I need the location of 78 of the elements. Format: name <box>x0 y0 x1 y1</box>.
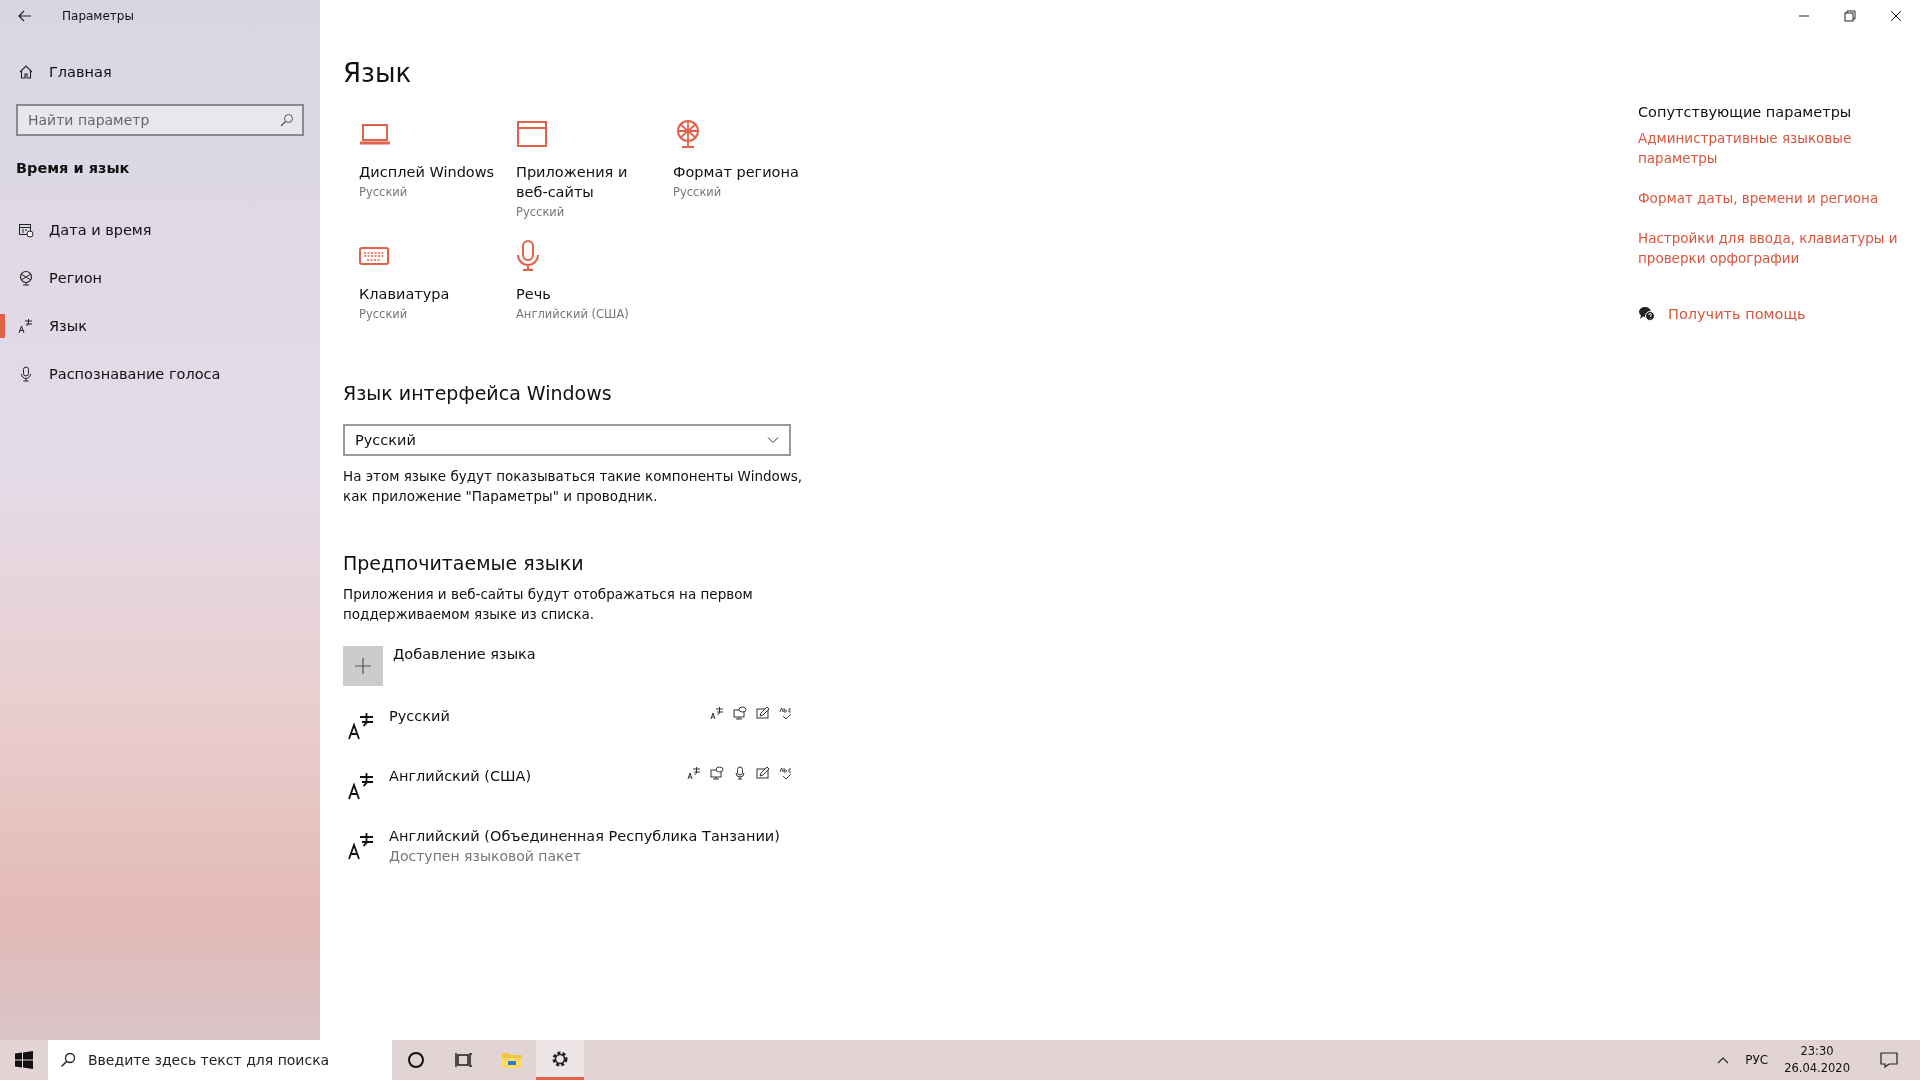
language-icon <box>18 318 34 334</box>
globe-icon <box>18 270 34 286</box>
settings-tile[interactable]: Дисплей Windows Русский <box>359 118 516 228</box>
home-icon <box>18 64 34 80</box>
handwriting-icon <box>756 766 770 780</box>
display-icon <box>710 766 724 780</box>
home-link[interactable]: Главная <box>0 48 320 96</box>
sidebar-item[interactable]: Распознавание голоса <box>0 350 320 398</box>
language-pack-icon <box>687 766 701 780</box>
settings-tile[interactable]: Приложения и веб-сайты Русский <box>516 118 673 228</box>
language-name: Английский (Объединенная Республика Танзании) <box>389 827 781 846</box>
related-link[interactable]: Формат даты, времени и региона <box>1638 188 1900 208</box>
chevron-up-icon[interactable] <box>1717 1056 1730 1064</box>
search-field[interactable]: Найти параметр <box>16 104 304 136</box>
window-icon <box>516 118 548 150</box>
spellcheck-icon <box>779 706 793 720</box>
tile-label: Формат региона <box>673 163 800 182</box>
circle-icon <box>407 1051 425 1069</box>
sidebar-item[interactable]: Язык <box>0 302 320 350</box>
plus-icon <box>354 657 372 675</box>
tile-label: Приложения и веб-сайты <box>516 163 629 202</box>
handwriting-icon <box>756 706 770 720</box>
language-icon <box>347 710 375 740</box>
language-row[interactable]: Русский <box>343 686 803 746</box>
microphone-icon <box>516 240 540 272</box>
language-name: Английский (США) <box>389 767 533 786</box>
taskbar-app[interactable] <box>536 1040 584 1080</box>
chevron-down-icon <box>767 436 779 444</box>
sidebar-item[interactable]: Дата и время <box>0 206 320 254</box>
task-view-icon <box>455 1051 473 1069</box>
tile-subtitle: Русский <box>359 184 408 201</box>
windows-logo-icon[interactable] <box>15 1051 33 1069</box>
tile-subtitle: Английский (США) <box>516 306 629 323</box>
language-pack-icon <box>710 706 724 720</box>
language-row[interactable]: Английский (Объединенная Республика Танзании) Доступен языковой пакет <box>343 806 803 866</box>
related-link[interactable]: Настройки для ввода, клавиатуры и проверки орфографии <box>1638 228 1900 268</box>
settings-tile[interactable]: Речь Английский (США) <box>516 240 673 350</box>
related-heading: Сопутствующие параметры <box>1638 104 1853 120</box>
taskbar-search-field[interactable]: Введите здесь текст для поиска <box>48 1040 392 1080</box>
calendar-icon <box>18 222 34 238</box>
language-status: Доступен языковой пакет <box>389 847 583 866</box>
back-arrow-icon[interactable] <box>18 10 32 22</box>
description-text: Приложения и веб-сайты будут отображаться на первом поддерживаемом языке из списка. <box>343 585 754 624</box>
tile-subtitle: Русский <box>673 184 722 201</box>
tile-subtitle: Русский <box>516 204 565 221</box>
close-icon[interactable] <box>1890 10 1902 22</box>
page-title: Язык <box>343 58 413 88</box>
tile-label: Речь <box>516 285 552 304</box>
display-icon <box>733 706 747 720</box>
language-name: Русский <box>389 707 451 726</box>
add-language-label[interactable]: Добавление языка <box>393 646 536 662</box>
folder-icon <box>501 1051 523 1069</box>
section-heading: Язык интерфейса Windows <box>343 382 613 404</box>
language-dropdown[interactable]: Русский <box>343 424 791 456</box>
restore-icon[interactable] <box>1844 10 1856 22</box>
window-title: Параметры <box>62 9 134 23</box>
microphone-icon <box>733 766 747 780</box>
settings-tile[interactable]: Формат региона Русский <box>673 118 830 228</box>
clock[interactable]: 23:30 26.04.2020 <box>1784 1043 1850 1077</box>
spellcheck-icon <box>779 766 793 780</box>
chat-help-icon <box>1638 306 1656 322</box>
tile-label: Клавиатура <box>359 285 451 304</box>
sidebar-item[interactable]: Регион <box>0 254 320 302</box>
tile-subtitle: Русский <box>359 306 408 323</box>
related-link[interactable]: Административные языковые параметры <box>1638 128 1900 168</box>
language-icon <box>347 830 375 860</box>
language-icon <box>347 770 375 800</box>
section-heading: Время и язык <box>15 159 131 178</box>
search-icon <box>280 113 294 127</box>
section-heading: Предпочитаемые языки <box>343 552 585 574</box>
microphone-icon <box>18 366 34 382</box>
settings-tile[interactable]: Клавиатура Русский <box>359 240 516 350</box>
notification-icon[interactable] <box>1880 1051 1898 1069</box>
tile-label: Дисплей Windows <box>359 163 496 182</box>
input-language-indicator[interactable]: РУС <box>1745 1053 1769 1067</box>
language-row[interactable]: Английский (США) <box>343 746 803 806</box>
description-text: На этом языке будут показываться такие компоненты Windows, как приложение "Параметры" и проводник. <box>343 467 803 506</box>
get-help-link[interactable]: Получить помощь <box>1638 306 1900 322</box>
